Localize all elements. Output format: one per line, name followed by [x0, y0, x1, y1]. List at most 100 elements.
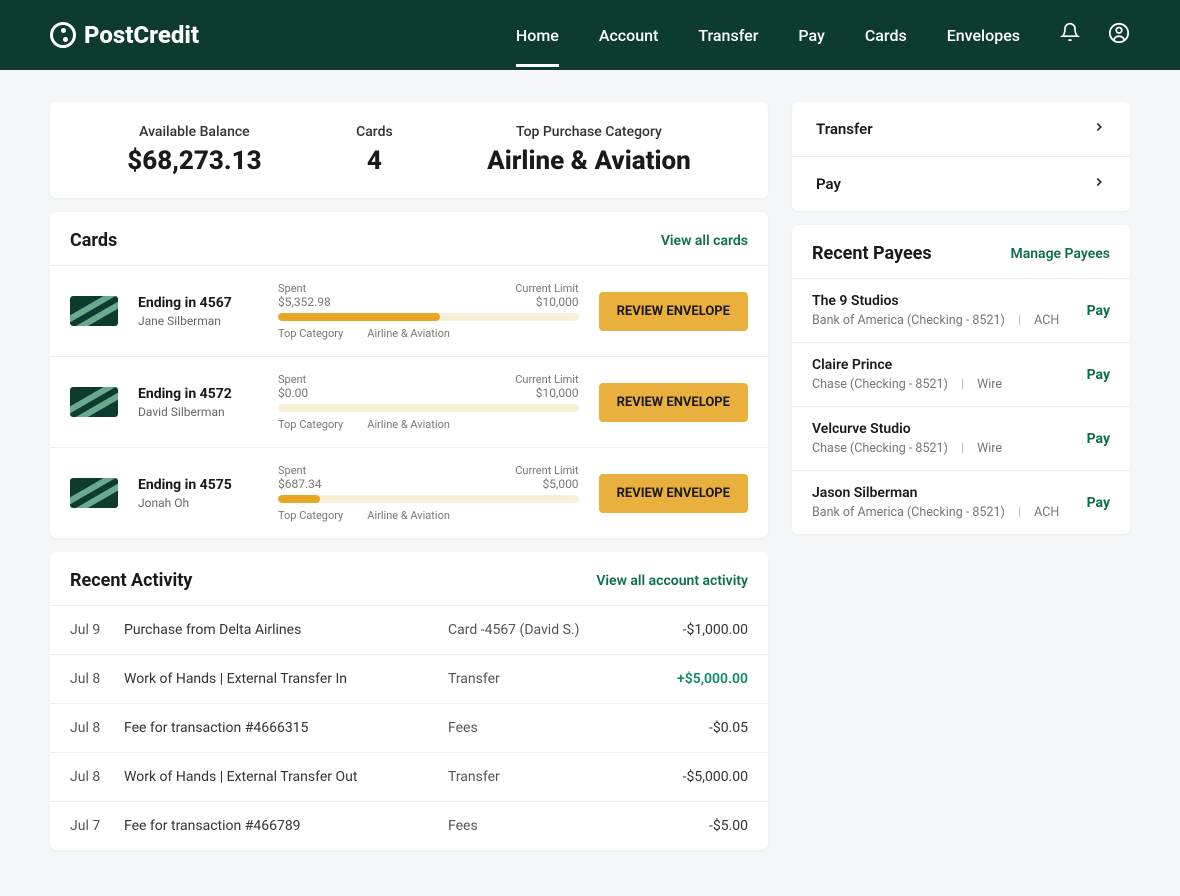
card-title: Ending in 4572	[138, 386, 258, 402]
cards-count-label: Cards	[356, 124, 393, 140]
payee-name: The 9 Studios	[812, 293, 1075, 309]
payee-method: Wire	[977, 441, 1002, 456]
payee-row: Velcurve Studio Chase (Checking - 8521) …	[792, 406, 1130, 470]
payee-bank: Chase (Checking - 8521)	[812, 441, 948, 456]
payee-row: The 9 Studios Bank of America (Checking …	[792, 278, 1130, 342]
card-topcat-value: Airline & Aviation	[367, 509, 450, 522]
payee-name: Velcurve Studio	[812, 421, 1075, 437]
limit-value: $10,000	[515, 295, 578, 309]
review-envelope-button[interactable]: REVIEW ENVELOPE	[599, 383, 748, 422]
activity-type: Fees	[448, 818, 648, 834]
chevron-right-icon	[1092, 120, 1106, 138]
spent-value: $5,352.98	[278, 295, 331, 309]
card-topcat-label: Top Category	[278, 509, 343, 522]
pay-payee-button[interactable]: Pay	[1087, 367, 1110, 383]
activity-amount: -$5,000.00	[648, 769, 748, 785]
nav-item-transfer[interactable]: Transfer	[698, 26, 758, 67]
activity-amount: -$5.00	[648, 818, 748, 834]
activity-description: Work of Hands | External Transfer In	[124, 671, 448, 687]
payee-bank: Bank of America (Checking - 8521)	[812, 505, 1005, 520]
limit-value: $10,000	[515, 386, 578, 400]
card-topcat-value: Airline & Aviation	[367, 327, 450, 340]
activity-row[interactable]: Jul 7 Fee for transaction #466789 Fees -…	[50, 801, 768, 850]
quick-links-panel: Transfer Pay	[792, 102, 1130, 211]
card-row: Ending in 4567 Jane Silberman Spent $5,3…	[50, 265, 768, 356]
payee-name: Jason Silberman	[812, 485, 1075, 501]
separator: |	[961, 377, 964, 392]
limit-label: Current Limit	[515, 282, 578, 295]
brand-name: PostCredit	[84, 21, 199, 49]
card-image-icon	[70, 296, 118, 326]
activity-row[interactable]: Jul 8 Work of Hands | External Transfer …	[50, 654, 768, 703]
quick-pay-link[interactable]: Pay	[792, 156, 1130, 211]
payee-method: ACH	[1034, 313, 1059, 328]
cards-count-value: 4	[356, 146, 393, 176]
topcat-label: Top Purchase Category	[487, 124, 691, 140]
view-all-activity-link[interactable]: View all account activity	[596, 573, 748, 589]
nav-item-account[interactable]: Account	[599, 26, 659, 67]
quick-transfer-link[interactable]: Transfer	[792, 102, 1130, 156]
spent-value: $0.00	[278, 386, 308, 400]
activity-title: Recent Activity	[70, 570, 192, 591]
nav-item-home[interactable]: Home	[516, 26, 559, 67]
activity-row[interactable]: Jul 8 Work of Hands | External Transfer …	[50, 752, 768, 801]
payee-name: Claire Prince	[812, 357, 1075, 373]
review-envelope-button[interactable]: REVIEW ENVELOPE	[599, 292, 748, 331]
activity-type: Transfer	[448, 671, 648, 687]
card-holder: Jonah Oh	[138, 496, 258, 510]
payee-bank: Bank of America (Checking - 8521)	[812, 313, 1005, 328]
card-title: Ending in 4567	[138, 295, 258, 311]
activity-type: Fees	[448, 720, 648, 736]
topcat-value: Airline & Aviation	[487, 146, 691, 176]
activity-type: Card -4567 (David S.)	[448, 622, 648, 638]
nav-item-envelopes[interactable]: Envelopes	[947, 26, 1020, 67]
activity-description: Fee for transaction #466789	[124, 818, 448, 834]
limit-value: $5,000	[515, 477, 578, 491]
limit-label: Current Limit	[515, 464, 578, 477]
card-topcat-label: Top Category	[278, 418, 343, 431]
review-envelope-button[interactable]: REVIEW ENVELOPE	[599, 474, 748, 513]
activity-amount: +$5,000.00	[648, 671, 748, 687]
activity-date: Jul 9	[70, 622, 124, 638]
spend-progress-bar	[278, 495, 579, 503]
spent-label: Spent	[278, 282, 331, 295]
manage-payees-link[interactable]: Manage Payees	[1010, 246, 1110, 262]
pay-payee-button[interactable]: Pay	[1087, 303, 1110, 319]
balance-label: Available Balance	[127, 124, 261, 140]
activity-row[interactable]: Jul 8 Fee for transaction #4666315 Fees …	[50, 703, 768, 752]
card-topcat-label: Top Category	[278, 327, 343, 340]
quick-pay-label: Pay	[816, 175, 841, 193]
card-row: Ending in 4572 David Silberman Spent $0.…	[50, 356, 768, 447]
activity-amount: -$1,000.00	[648, 622, 748, 638]
pay-payee-button[interactable]: Pay	[1087, 495, 1110, 511]
card-title: Ending in 4575	[138, 477, 258, 493]
bell-icon[interactable]	[1060, 22, 1080, 48]
spend-progress-bar	[278, 404, 579, 412]
cards-title: Cards	[70, 230, 117, 251]
card-topcat-value: Airline & Aviation	[367, 418, 450, 431]
chevron-right-icon	[1092, 175, 1106, 193]
card-holder: David Silberman	[138, 405, 258, 419]
activity-panel: Recent Activity View all account activit…	[50, 552, 768, 850]
nav-item-cards[interactable]: Cards	[865, 26, 907, 67]
brand-logo[interactable]: PostCredit	[50, 21, 199, 49]
activity-date: Jul 8	[70, 671, 124, 687]
payee-method: ACH	[1034, 505, 1059, 520]
activity-date: Jul 8	[70, 720, 124, 736]
activity-row[interactable]: Jul 9 Purchase from Delta Airlines Card …	[50, 605, 768, 654]
user-profile-icon[interactable]	[1108, 22, 1130, 48]
spent-label: Spent	[278, 373, 308, 386]
cards-panel: Cards View all cards Ending in 4567 Jane…	[50, 212, 768, 538]
card-image-icon	[70, 387, 118, 417]
activity-date: Jul 8	[70, 769, 124, 785]
separator: |	[961, 441, 964, 456]
quick-transfer-label: Transfer	[816, 120, 873, 138]
card-row: Ending in 4575 Jonah Oh Spent $687.34 Cu…	[50, 447, 768, 538]
card-image-icon	[70, 478, 118, 508]
pay-payee-button[interactable]: Pay	[1087, 431, 1110, 447]
view-all-cards-link[interactable]: View all cards	[661, 233, 748, 249]
nav-item-pay[interactable]: Pay	[798, 26, 824, 67]
payees-panel: Recent Payees Manage Payees The 9 Studio…	[792, 225, 1130, 534]
spend-progress-bar	[278, 313, 579, 321]
payee-bank: Chase (Checking - 8521)	[812, 377, 948, 392]
